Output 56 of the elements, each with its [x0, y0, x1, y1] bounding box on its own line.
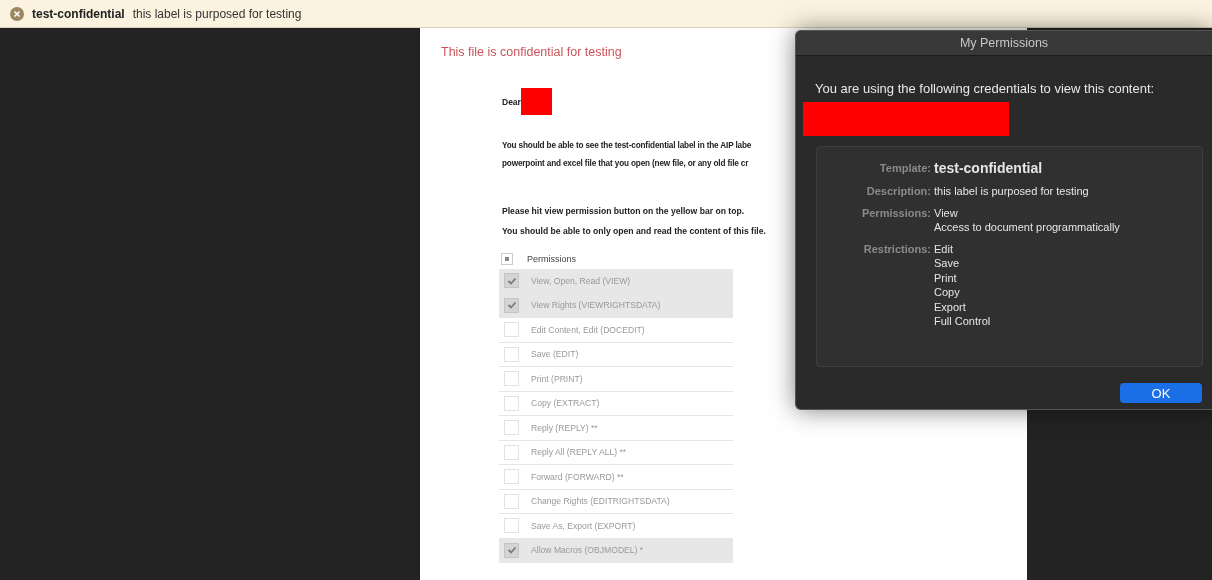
close-icon[interactable]	[10, 6, 24, 21]
checkbox[interactable]	[504, 469, 519, 485]
credentials-text: You are using the following credentials to view this content:	[815, 81, 1156, 96]
field-value: test-confidential	[934, 160, 1043, 176]
checkbox[interactable]	[504, 518, 519, 534]
permission-label: Print (PRINT)	[531, 373, 583, 384]
permission-label: Reply (REPLY) **	[531, 422, 598, 433]
paragraph-line: You should be able to see the test-confidential label in the AIP labe	[502, 140, 752, 152]
check-icon	[506, 545, 517, 556]
field-value: this label is purposed for testing	[934, 184, 1089, 199]
label-name: test-confidential	[32, 6, 125, 21]
field-value: Full Control	[934, 314, 991, 329]
permission-label: Forward (FORWARD) **	[531, 471, 624, 482]
label-description: this label is purposed for testing	[132, 6, 302, 21]
instruction-text: Please hit view permission button on the yellow bar on top.	[502, 205, 745, 218]
permission-label: Change Rights (EDITRIGHTSDATA)	[531, 496, 670, 507]
checkbox[interactable]	[504, 371, 519, 387]
permission-label: View, Open, Read (VIEW)	[531, 275, 631, 286]
checkbox[interactable]	[504, 297, 519, 313]
permission-label: Allow Macros (OBJMODEL) *	[531, 545, 644, 556]
checkbox[interactable]	[504, 420, 519, 436]
field-label: Restrictions:	[862, 241, 931, 257]
checkbox[interactable]	[504, 444, 519, 460]
field-value: Print	[934, 270, 957, 285]
permission-label: Copy (EXTRACT)	[531, 398, 600, 409]
field-value: Save	[934, 256, 960, 271]
greeting-text: Dear	[502, 96, 521, 107]
field-label: Permissions:	[860, 205, 931, 221]
checkbox[interactable]	[504, 273, 519, 289]
checkbox[interactable]	[504, 542, 519, 558]
field-value: Edit	[934, 241, 953, 256]
permission-label: Save (EDIT)	[531, 349, 579, 360]
field-value: Access to document programmatically	[934, 220, 1120, 235]
checkbox[interactable]	[504, 395, 519, 411]
field-label: Template:	[878, 161, 931, 176]
check-icon	[506, 275, 517, 286]
permission-label: Edit Content, Edit (DOCEDIT)	[531, 324, 645, 335]
field-label: Description:	[865, 184, 931, 199]
column-header: Permissions	[527, 254, 576, 264]
permission-label: Reply All (REPLY ALL) **	[531, 447, 627, 458]
document-heading: This file is confidential for testing	[441, 45, 622, 59]
checkbox[interactable]	[504, 346, 519, 362]
permission-label: View Rights (VIEWRIGHTSDATA)	[531, 300, 661, 311]
permission-label: Save As, Export (EXPORT)	[531, 520, 636, 531]
field-value: Export	[934, 299, 966, 314]
checkbox[interactable]	[504, 322, 519, 338]
instruction-text: You should be able to only open and read the content of this file.	[502, 225, 766, 238]
ok-button[interactable]: OK	[1120, 383, 1202, 403]
field-value: View	[934, 205, 958, 220]
dialog-title: My Permissions	[959, 36, 1049, 50]
checkbox[interactable]	[501, 253, 513, 265]
redaction-box	[520, 88, 552, 115]
field-value: Copy	[934, 285, 960, 300]
check-icon	[506, 300, 517, 311]
paragraph-line: powerpoint and excel file that you open (new file, or any old file cr	[502, 158, 749, 170]
checkbox[interactable]	[504, 493, 519, 509]
